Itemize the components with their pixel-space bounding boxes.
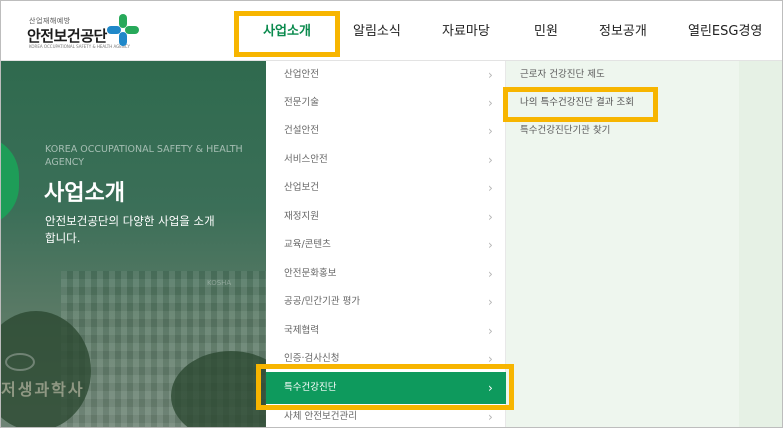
menu-item-health[interactable]: 산업보건 › xyxy=(266,174,506,202)
site-logo[interactable]: 산업재해예방 안전보건공단 KOREA OCCUPATIONAL SAFETY … xyxy=(27,14,147,52)
nav-civil-service[interactable]: 민원 xyxy=(534,11,558,53)
submenu-level1: 산업안전 › 전문기술 › 건설안전 › 서비스안전 › 산업보건 › 재정지원 › 교육/… xyxy=(266,61,506,427)
site-header: 산업재해예방 안전보건공단 KOREA OCCUPATIONAL SAFETY … xyxy=(1,1,782,61)
hero-description: 안전보건공단의 다양한 사업을 소개합니다. xyxy=(45,214,215,245)
menu-item-label: 전문기술 xyxy=(284,97,319,108)
hero-english-name: KOREA OCCUPATIONAL SAFETY & HEALTH AGENC… xyxy=(45,144,243,168)
submenu-level2: 근로자 건강진단 제도 나의 특수건강진단 결과 조회 특수건강진단기관 찾기 xyxy=(506,61,739,427)
menu-item-label: 산업안전 xyxy=(284,69,319,80)
chevron-right-icon: › xyxy=(488,153,493,167)
menu-item-label: 특수건강진단기관 찾기 xyxy=(520,125,611,136)
chevron-right-icon: › xyxy=(488,324,493,338)
nav-resources[interactable]: 자료마당 xyxy=(442,11,490,53)
menu-item-education[interactable]: 교육/콘텐츠 › xyxy=(266,231,506,259)
menu-item-special-health-exam[interactable]: 특수건강진단 › xyxy=(266,372,506,404)
chevron-right-icon: › xyxy=(488,352,493,366)
menu-item-international[interactable]: 국제협력 › xyxy=(266,317,506,345)
nav-esg[interactable]: 열린ESG경영 xyxy=(688,11,762,53)
menu-item-label: 사체 안전보건관리 xyxy=(284,411,357,422)
chevron-right-icon: › xyxy=(488,295,493,309)
building-label: KOSHA xyxy=(207,279,232,287)
hero-title: 사업소개 xyxy=(44,181,125,206)
chevron-right-icon: › xyxy=(488,410,493,424)
menu-item-self-management[interactable]: 사체 안전보건관리 › xyxy=(266,403,506,427)
logo-name: 안전보건공단 xyxy=(27,27,107,45)
chevron-right-icon: › xyxy=(488,210,493,224)
menu-item-label: 안전문화홍보 xyxy=(284,268,337,279)
menu-item-construction[interactable]: 건설안전 › xyxy=(266,117,506,145)
menu-item-culture[interactable]: 안전문화홍보 › xyxy=(266,260,506,288)
submenu-level3-empty xyxy=(739,61,782,427)
hero-banner: 저생과학사 KOSHA KOREA OCCUPATIONAL SAFETY & … xyxy=(1,61,266,427)
menu-item-my-exam-results[interactable]: 나의 특수건강진단 결과 조회 xyxy=(506,89,739,117)
chevron-right-icon: › xyxy=(488,238,493,252)
menu-item-industrial-safety[interactable]: 산업안전 › xyxy=(266,61,506,89)
chevron-right-icon: › xyxy=(488,381,493,395)
menu-item-label: 교육/콘텐츠 xyxy=(284,239,331,250)
chevron-right-icon: › xyxy=(488,68,493,82)
menu-item-exam-system[interactable]: 근로자 건강진단 제도 xyxy=(506,61,739,89)
green-accent-shape xyxy=(1,136,19,226)
kosha-cross-logo-icon xyxy=(107,14,139,46)
menu-item-evaluation[interactable]: 공공/민간기관 평가 › xyxy=(266,288,506,316)
building-sign: 저생과학사 xyxy=(1,380,85,399)
menu-item-label: 특수건강진단 xyxy=(284,382,337,393)
menu-item-label: 근로자 건강진단 제도 xyxy=(520,69,605,80)
menu-item-label: 서비스안전 xyxy=(284,154,328,165)
sign-emblem xyxy=(5,353,35,371)
chevron-right-icon: › xyxy=(488,124,493,138)
nav-disclosure[interactable]: 정보공개 xyxy=(599,11,647,53)
menu-item-label: 산업보건 xyxy=(284,182,319,193)
menu-item-label: 국제협력 xyxy=(284,325,319,336)
menu-item-label: 공공/민간기관 평가 xyxy=(284,296,361,307)
menu-item-find-exam-agency[interactable]: 특수건강진단기관 찾기 xyxy=(506,117,739,145)
menu-item-label: 재정지원 xyxy=(284,211,319,222)
menu-item-label: 건설안전 xyxy=(284,125,319,136)
nav-business-intro[interactable]: 사업소개 xyxy=(241,11,333,53)
menu-item-certification[interactable]: 인증·검사신청 › xyxy=(266,345,506,373)
chevron-right-icon: › xyxy=(488,181,493,195)
menu-item-tech[interactable]: 전문기술 › xyxy=(266,89,506,117)
browser-frame: 산업재해예방 안전보건공단 KOREA OCCUPATIONAL SAFETY … xyxy=(0,0,783,428)
chevron-right-icon: › xyxy=(488,267,493,281)
chevron-right-icon: › xyxy=(488,96,493,110)
menu-item-financial-support[interactable]: 재정지원 › xyxy=(266,203,506,231)
menu-item-label: 나의 특수건강진단 결과 조회 xyxy=(520,97,634,108)
menu-item-label: 인증·검사신청 xyxy=(284,353,340,364)
menu-item-service-safety[interactable]: 서비스안전 › xyxy=(266,146,506,174)
nav-news[interactable]: 알림소식 xyxy=(353,11,401,53)
